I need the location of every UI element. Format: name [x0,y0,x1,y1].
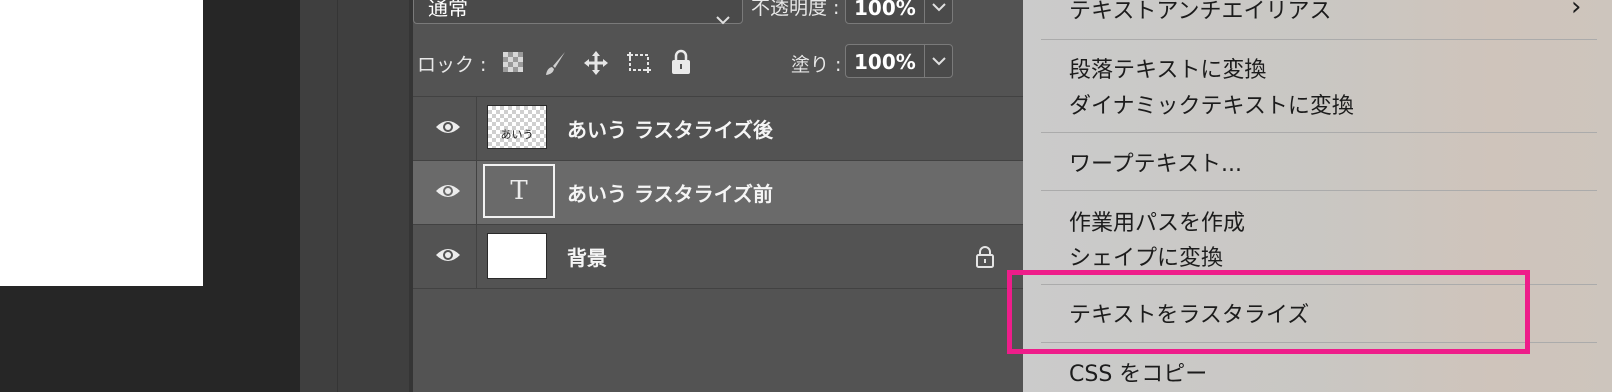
menu-item-warp-text[interactable]: ワープテキスト... [1069,146,1242,178]
eye-visibility-icon[interactable] [435,245,461,265]
layers-panel: 通常 不透明度 : 100% ロック : 塗り : 100% あいう あいう ラ… [413,0,1023,392]
layer-row-selected[interactable]: T あいう ラスタライズ前 [413,160,1023,224]
lock-icon[interactable] [975,245,995,273]
layer-name: あいう ラスタライズ後 [567,118,773,142]
document-canvas[interactable] [0,0,203,286]
menu-separator [1041,190,1597,191]
menu-item-convert-to-paragraph-text[interactable]: 段落テキストに変換 [1069,52,1266,84]
opacity-label: 不透明度 : [751,0,840,19]
text-layer-thumbnail: T [483,164,555,218]
layer-row[interactable]: 背景 [413,224,1023,288]
divider [476,97,477,160]
divider [337,0,338,392]
menu-separator [1041,39,1597,40]
eye-visibility-icon[interactable] [435,181,461,201]
lock-transparent-pixels-icon[interactable] [501,50,529,78]
lock-position-move-icon[interactable] [583,50,611,78]
lock-label: ロック : [417,54,487,76]
fill-value: 100% [854,50,916,74]
blend-mode-value: 通常 [428,0,468,20]
menu-item-text-anti-aliasing[interactable]: テキストアンチエイリアス [1069,0,1331,25]
menu-item-convert-to-shape[interactable]: シェイプに変換 [1069,240,1223,272]
blend-mode-dropdown[interactable]: 通常 [413,0,743,25]
fill-field[interactable]: 100% [845,44,953,78]
menu-item-create-work-path[interactable]: 作業用パスを作成 [1069,205,1245,237]
chevron-down-icon[interactable] [924,45,952,77]
text-type-icon: T [510,176,528,206]
opacity-field[interactable]: 100% [845,0,953,24]
menu-separator [1041,132,1597,133]
submenu-arrow-icon: › [1571,0,1582,22]
panel-gutter [300,0,412,392]
highlight-annotation-box [1007,270,1530,354]
chevron-down-icon[interactable] [924,0,952,23]
opacity-value: 100% [854,0,916,20]
menu-item-copy-css[interactable]: CSS をコピー [1069,356,1207,388]
menu-item-convert-to-dynamic-text[interactable]: ダイナミックテキストに変換 [1069,88,1354,120]
canvas-area[interactable] [0,0,300,392]
fill-label: 塗り : [791,54,842,76]
divider [476,161,477,224]
lock-all-icon[interactable] [670,49,698,77]
eye-visibility-icon[interactable] [435,117,461,137]
thumbnail-text: あいう [500,128,534,141]
divider [476,225,477,288]
layer-thumbnail: あいう [487,105,547,149]
layer-name: あいう ラスタライズ前 [567,182,773,206]
lock-artboard-icon[interactable] [625,50,653,78]
divider [413,288,1023,289]
layer-name: 背景 [567,246,607,270]
layer-row[interactable]: あいう あいう ラスタライズ後 [413,96,1023,160]
chevron-down-icon [716,1,730,35]
layer-thumbnail [487,233,547,279]
lock-image-pixels-brush-icon[interactable] [543,50,571,78]
